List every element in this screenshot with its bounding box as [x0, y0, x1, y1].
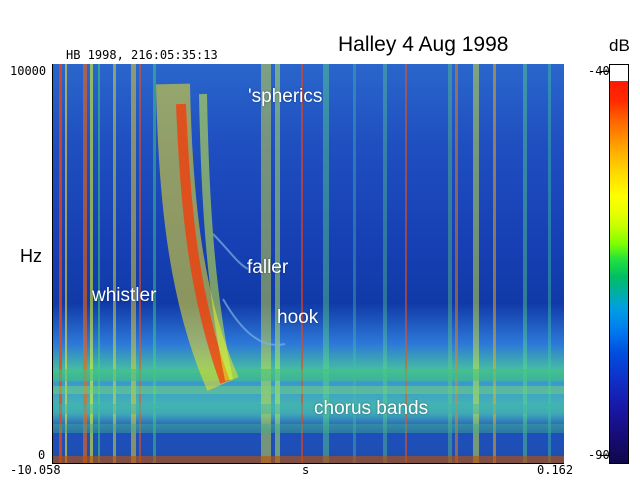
- whistler-annotation: whistler: [92, 285, 157, 306]
- sferic-streak: [153, 64, 156, 463]
- colorbar-top-value: -40: [588, 64, 610, 78]
- sferic-streak: [98, 64, 100, 463]
- sferic-lines: [59, 64, 551, 463]
- sferic-streak: [548, 64, 551, 463]
- sferics-annotation: 'spherics: [248, 86, 323, 107]
- chorus-bands-annotation: chorus bands: [314, 398, 429, 419]
- hook-annotation: hook: [277, 307, 319, 328]
- sferic-streak: [448, 64, 452, 463]
- faller-annotation: faller: [247, 257, 289, 278]
- sferic-streak: [455, 64, 458, 463]
- chorus-band-layer: [53, 369, 564, 433]
- y-axis-bottom-tick: 0: [38, 448, 46, 462]
- sferic-streak: [113, 64, 116, 463]
- spectrogram-texture: [53, 64, 564, 463]
- colorbar: [609, 64, 629, 464]
- x-axis-left-tick: -10.058: [10, 463, 61, 477]
- station-timestamp: HB 1998, 216:05:35:13: [66, 48, 218, 62]
- sferic-streak: [473, 64, 479, 463]
- sferic-streak: [65, 64, 67, 463]
- y-axis-label: Hz: [20, 246, 42, 266]
- sferic-streak: [301, 64, 303, 463]
- whistler-trace: [156, 83, 239, 391]
- sferic-streak: [131, 64, 136, 463]
- spectrogram: [52, 64, 564, 464]
- y-axis-top-tick: 10000: [10, 64, 47, 78]
- bottom-band: [53, 456, 564, 463]
- faller-trace: [212, 233, 249, 270]
- sferic-streak: [59, 64, 62, 463]
- sferic-streak: [493, 64, 496, 463]
- colorbar-unit: dB: [609, 36, 630, 55]
- x-axis-right-tick: 0.162: [537, 463, 574, 477]
- sferic-streak: [139, 64, 141, 463]
- sferic-streak: [523, 64, 527, 463]
- plot-title: Halley 4 Aug 1998: [338, 33, 509, 56]
- x-axis-unit-label: s: [302, 463, 310, 477]
- sferic-streak: [90, 64, 93, 463]
- sferic-streak: [83, 64, 87, 463]
- colorbar-bottom-value: -90: [588, 448, 610, 462]
